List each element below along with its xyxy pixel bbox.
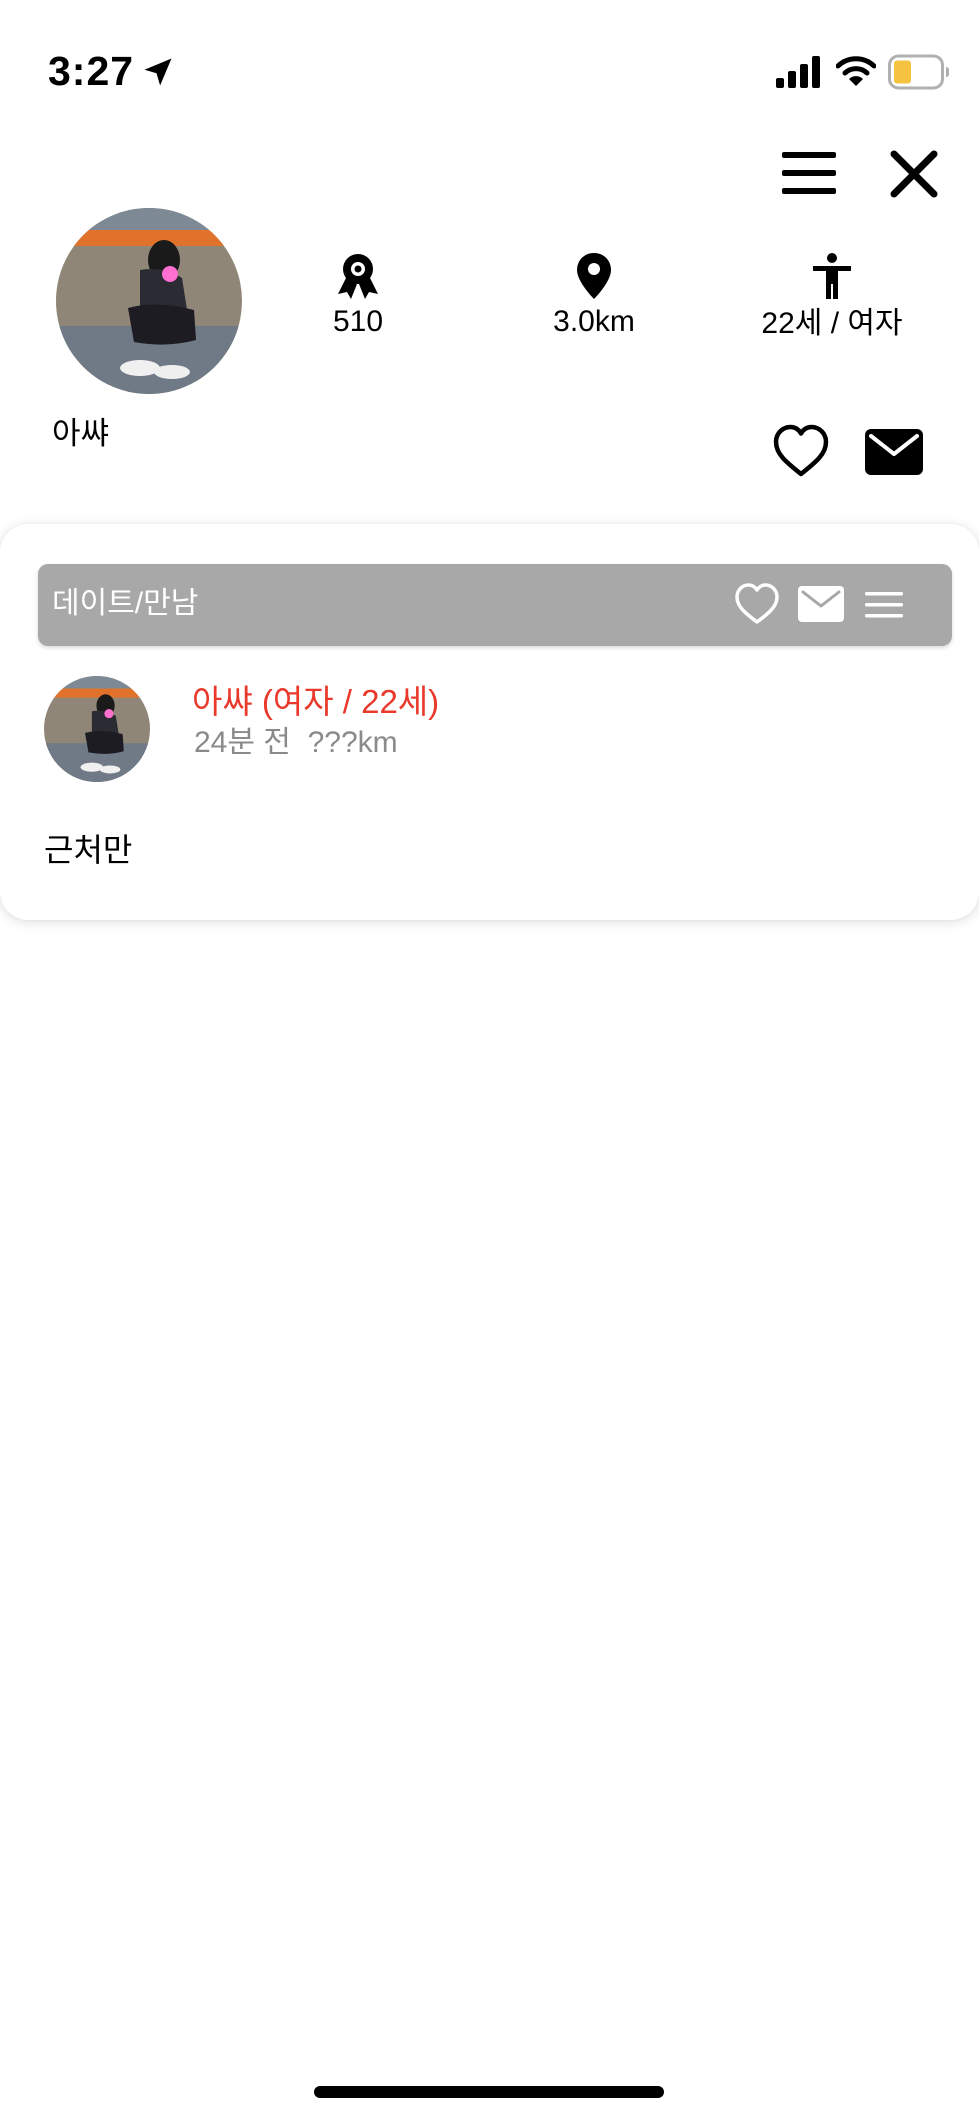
badge-value: 510	[332, 305, 384, 338]
status-time: 3:27	[48, 48, 135, 94]
age-gender-value: 22세 / 여자	[761, 307, 903, 340]
profile-avatar[interactable]	[56, 208, 242, 394]
profile-name: 아쌰	[52, 416, 110, 451]
post-author-avatar[interactable]	[44, 676, 150, 782]
stat-distance: 3.0km	[504, 252, 684, 342]
envelope-icon[interactable]	[864, 428, 924, 476]
post-menu-icon[interactable]	[864, 590, 904, 620]
post-author-name[interactable]: 아쌰 (여자 / 22세)	[192, 680, 439, 724]
post-body: 근처만	[44, 832, 133, 868]
post-time-ago: 24분 전	[194, 726, 291, 759]
post-category: 데이트/만남	[52, 587, 199, 620]
author-photo	[44, 676, 150, 782]
profile-photo	[56, 208, 242, 394]
post-message-icon[interactable]	[798, 586, 844, 622]
location-arrow-icon	[144, 58, 172, 86]
distance-value: 3.0km	[553, 305, 635, 338]
home-indicator[interactable]	[314, 2086, 664, 2098]
wifi-icon	[836, 56, 876, 86]
cellular-signal-icon	[776, 56, 820, 88]
person-icon	[813, 253, 851, 299]
post-like-icon[interactable]	[734, 582, 780, 626]
location-pin-icon	[577, 253, 611, 299]
heart-outline-icon[interactable]	[772, 424, 830, 478]
close-icon[interactable]	[886, 146, 942, 202]
post-meta: 24분 전 ???km	[194, 722, 398, 764]
hamburger-menu-icon[interactable]	[780, 148, 838, 198]
award-badge-icon	[338, 254, 378, 299]
battery-icon	[888, 54, 949, 90]
post-distance: ???km	[307, 726, 398, 759]
stat-age-gender: 22세 / 여자	[742, 252, 922, 344]
stat-badge: 510	[268, 252, 448, 342]
